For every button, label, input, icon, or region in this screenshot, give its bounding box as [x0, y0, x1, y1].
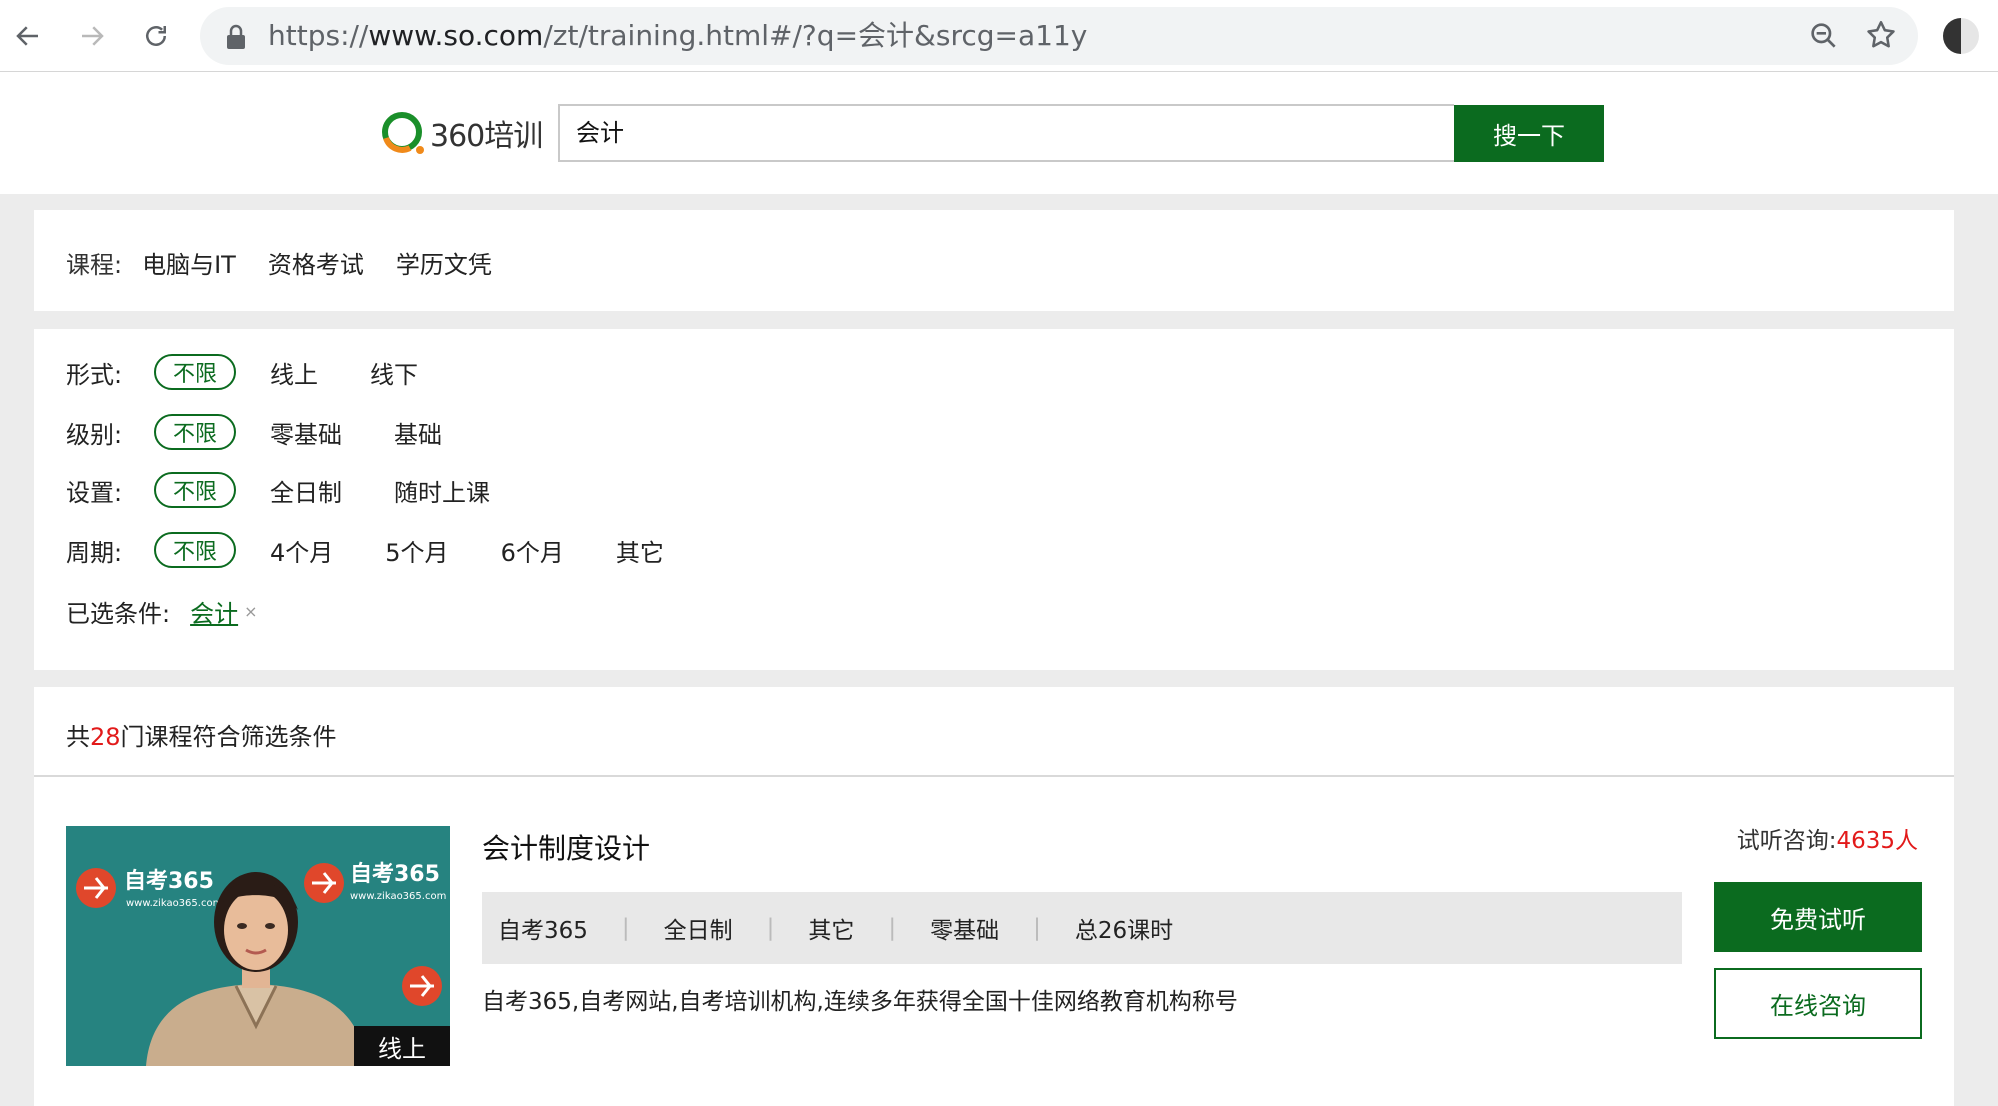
course-category-label: 课程:: [66, 251, 123, 279]
course-category-panel: 课程: 电脑与IT 资格考试 学历文凭: [34, 210, 1954, 311]
selected-conditions-row: 已选条件: 会计 ×: [66, 591, 258, 631]
consult-number: 4635人: [1836, 828, 1918, 854]
filter-all-pill[interactable]: 不限: [154, 532, 236, 568]
filter-option-other[interactable]: 其它: [616, 533, 664, 568]
bookmark-star-icon[interactable]: [1864, 18, 1898, 52]
course-description: 自考365,自考网站,自考培训机构,连续多年获得全国十佳网络教育机构称号: [482, 989, 1238, 1015]
results-count-prefix: 共: [66, 723, 90, 751]
reload-button[interactable]: [134, 14, 178, 58]
url-scheme: https://: [268, 19, 369, 52]
filter-option-6-months[interactable]: 6个月: [501, 533, 564, 568]
filter-row-setting: 设置: 不限 全日制 随时上课: [66, 470, 490, 510]
meta-separator: |: [766, 915, 775, 941]
filter-panel: 形式: 不限 线上 线下 级别: 不限 零基础 基础 设置: 不限 全日制 随时…: [34, 329, 1954, 670]
search-button[interactable]: 搜一下: [1454, 105, 1604, 162]
filter-option-basic[interactable]: 基础: [394, 415, 442, 450]
consult-label: 试听咨询:: [1736, 828, 1837, 854]
consult-count: 试听咨询:4635人: [1718, 821, 1918, 855]
filter-label: 设置:: [66, 478, 123, 507]
filter-all-pill[interactable]: 不限: [154, 354, 236, 390]
filter-option-offline[interactable]: 线下: [370, 355, 418, 390]
filter-option-zero-basis[interactable]: 零基础: [270, 415, 342, 450]
filter-row-period: 周期: 不限 4个月 5个月 6个月 其它: [66, 530, 664, 570]
arrow-left-icon: [16, 26, 38, 46]
course-meta-period: 其它: [808, 918, 855, 944]
meta-separator: |: [888, 915, 897, 941]
filter-option-5-months[interactable]: 5个月: [385, 533, 448, 568]
free-trial-button[interactable]: 免费试听: [1714, 882, 1922, 952]
filter-label: 周期:: [66, 538, 123, 567]
url-path: /zt/training.html#/?q=会计&srcg=a11y: [543, 19, 1088, 52]
course-title[interactable]: 会计制度设计: [482, 827, 650, 867]
search-input[interactable]: 会计: [558, 104, 1454, 162]
site-header: 360培训 会计 搜一下: [0, 72, 1998, 194]
results-count-suffix: 门课程符合筛选条件: [120, 723, 337, 751]
results-count-number: 28: [90, 723, 121, 751]
thumb-brand-left: 自考365: [124, 868, 214, 894]
url-text[interactable]: https://www.so.com/zt/training.html#/?q=…: [268, 7, 1087, 65]
course-meta-level: 零基础: [930, 918, 1000, 944]
results-count: 共28门课程符合筛选条件: [66, 717, 337, 752]
filter-row-format: 形式: 不限 线上 线下: [66, 352, 418, 392]
address-bar[interactable]: https://www.so.com/zt/training.html#/?q=…: [200, 7, 1918, 65]
thumb-brand-right: 自考365: [350, 861, 440, 887]
meta-separator: |: [621, 915, 630, 941]
thumb-site-left: www.zikao365.com: [126, 898, 222, 909]
remove-condition-icon[interactable]: ×: [244, 602, 257, 621]
course-category-row: 课程: 电脑与IT 资格考试 学历文凭: [66, 245, 524, 280]
filter-label: 形式:: [66, 360, 123, 389]
course-meta-provider: 自考365: [498, 918, 588, 944]
filter-row-level: 级别: 不限 零基础 基础: [66, 412, 442, 452]
logo-text: 360培训: [430, 119, 543, 154]
reload-icon: [146, 26, 166, 46]
course-format-badge: 线上: [354, 1026, 450, 1066]
selected-conditions-label: 已选条件:: [66, 599, 171, 628]
filter-all-pill[interactable]: 不限: [154, 472, 236, 508]
course-thumbnail[interactable]: 自考365 www.zikao365.com 自考365 www.zikao36…: [66, 826, 450, 1066]
filter-option-4-months[interactable]: 4个月: [270, 533, 333, 568]
profile-icon: [1943, 18, 1979, 54]
meta-separator: |: [1033, 915, 1041, 941]
filter-option-online[interactable]: 线上: [270, 355, 318, 390]
selected-condition-tag[interactable]: 会计: [190, 594, 238, 629]
browser-toolbar: https://www.so.com/zt/training.html#/?q=…: [0, 0, 1998, 72]
results-divider: [34, 775, 1954, 777]
site-logo[interactable]: 360培训: [380, 110, 543, 156]
category-academic-degree[interactable]: 学历文凭: [396, 245, 492, 280]
forward-button[interactable]: [70, 14, 114, 58]
category-computer-it[interactable]: 电脑与IT: [142, 245, 236, 280]
zoom-out-icon[interactable]: [1808, 20, 1840, 52]
course-meta-bar: 自考365 | 全日制 | 其它 | 零基础 | 总26课时: [482, 892, 1682, 964]
filter-option-anytime[interactable]: 随时上课: [394, 473, 490, 508]
filter-option-full-time[interactable]: 全日制: [270, 473, 342, 508]
profile-avatar[interactable]: [1942, 17, 1980, 55]
results-panel: 共28门课程符合筛选条件 自考365 www.zikao365.com 自考36…: [34, 687, 1954, 1106]
filter-all-pill[interactable]: 不限: [154, 414, 236, 450]
logo-ring-icon: [382, 112, 424, 154]
url-host: www.so.com: [368, 19, 544, 52]
course-meta-setting: 全日制: [663, 918, 733, 944]
lock-icon: [227, 24, 245, 49]
category-qualification-exam[interactable]: 资格考试: [268, 245, 364, 280]
thumb-site-right: www.zikao365.com: [350, 891, 446, 902]
online-consult-button[interactable]: 在线咨询: [1714, 968, 1922, 1039]
filter-label: 级别:: [66, 420, 123, 449]
course-meta-hours: 总26课时: [1074, 918, 1174, 944]
arrow-right-icon: [82, 26, 104, 46]
back-button[interactable]: [6, 14, 50, 58]
